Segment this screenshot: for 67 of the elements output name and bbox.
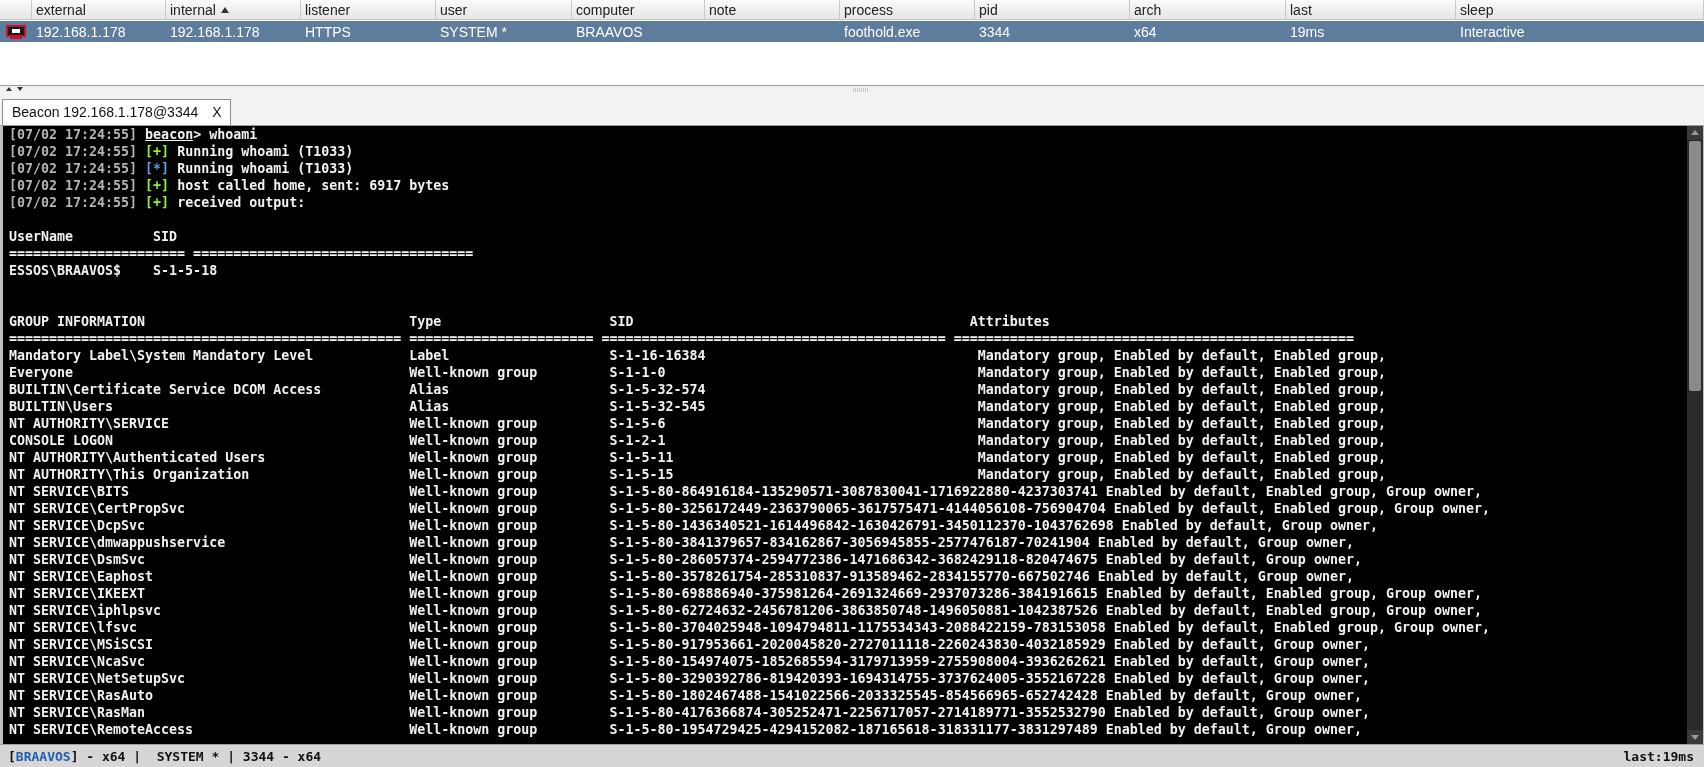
console-line: ESSOS\BRAAVOS$ S-1-5-18 — [9, 261, 219, 279]
console-line: NT SERVICE\RemoteAccess Well-known group S-1-5-80-1954729425-4294152082-187165618-318331177-3831297489 Enabled by default, Group owner, — [9, 720, 1363, 738]
column-header[interactable]: last — [1286, 0, 1456, 19]
console-line: NT SERVICE\NetSetupSvc Well-known group S-1-5-80-3290392786-819420393-1694314755-3737624005-3552167228 Enabled by default, Group owner, — [9, 669, 1371, 687]
status-text: [BRAAVOS] - x64 | SYSTEM * | 3344 - x64 — [8, 748, 322, 764]
console-line: ====================== =================================== — [9, 244, 475, 262]
console-line: NT SERVICE\iphlpsvc Well-known group S-1-5-80-62724632-2456781206-3863850748-1496050881-1042387526 Enabled by default, Enabled group, Group owner, — [9, 601, 1483, 619]
table-cell-text: Interactive — [1459, 22, 1526, 42]
column-header[interactable]: process — [840, 0, 975, 19]
close-button[interactable]: X — [212, 104, 222, 121]
computer-icon — [6, 24, 26, 39]
beacon-row[interactable]: 192.168.1.178 192.168.1.178 HTTPS SYSTEM * BRAAVOS foothold.exe 3344 x64 19ms Interactive — [0, 21, 1704, 42]
column-header[interactable]: internal — [166, 0, 301, 19]
table-cell-text: 19ms — [1289, 22, 1326, 42]
console-line: NT SERVICE\IKEEXT Well-known group S-1-5-80-698886940-375981264-2691324669-2937073286-3841916615 Enabled by default, Enabled group, Group owner, — [9, 584, 1483, 602]
table-cell-text: 192.168.1.178 — [169, 22, 261, 42]
table-cell-text: BRAAVOS — [575, 22, 644, 42]
column-header[interactable]: listener — [301, 0, 436, 19]
console-line: NT SERVICE\NcaSvc Well-known group S-1-5-80-154974075-1852685594-3179713959-2755908004-3936262621 Enabled by default, Group owner, — [9, 652, 1371, 670]
console-line: Mandatory Label\System Mandatory Level Label S-1-16-16384 Mandatory group, Enabled by default, Enabled group, — [9, 346, 1387, 364]
console-line: NT SERVICE\Eaphost Well-known group S-1-5-80-3578261754-285310837-913589462-2834155770-667502746 Enabled by default, Group owner, — [9, 567, 1355, 585]
column-header[interactable]: external — [32, 0, 166, 19]
console-line: NT SERVICE\lfsvc Well-known group S-1-5-80-3704025948-1094794811-1175534343-2088422159-783153058 Enabled by default, Enabled group, Group owner, — [9, 618, 1491, 636]
scrollbar[interactable] — [1687, 125, 1703, 745]
console-tab[interactable]: Beacon 192.168.1.178@3344 X — [2, 98, 231, 125]
console-line: NT SERVICE\RasMan Well-known group S-1-5-80-4176366874-305252471-2256717057-2714189771-3552532790 Enabled by default, Group owner, — [9, 703, 1371, 721]
console-line: NT SERVICE\DsmSvc Well-known group S-1-5-80-286057374-2594772386-1471686342-3682429118-820474675 Enabled by default, Group owner, — [9, 550, 1363, 568]
table-cell-text: HTTPS — [304, 22, 352, 42]
table-cell-text: 192.168.1.178 — [35, 22, 127, 42]
column-header[interactable]: computer — [572, 0, 705, 19]
collapse-arrows-icon[interactable] — [6, 87, 24, 93]
scroll-up-icon[interactable] — [1691, 130, 1699, 136]
table-cell-text: foothold.exe — [843, 22, 922, 42]
console-line: [07/02 17:24:55] beacon> whoami — [9, 125, 259, 143]
last-seen-text: last:19ms — [1623, 748, 1694, 764]
sort-ascending-icon — [220, 6, 229, 13]
console-line: NT SERVICE\CertPropSvc Well-known group S-1-5-80-3256172449-2363790065-3617575471-4144056108-756904704 Enabled by default, Enabled group, Group owner, — [9, 499, 1491, 517]
column-header[interactable]: sleep — [1456, 0, 1704, 19]
console-line: NT SERVICE\dmwappushservice Well-known group S-1-5-80-3841379657-834162867-3056945855-2577476187-70241904 Enabled by default, Group owner, — [9, 533, 1355, 551]
console-line: Everyone Well-known group S-1-1-0 Mandatory group, Enabled by default, Enabled group, — [9, 363, 1387, 381]
console-line: NT AUTHORITY\This Organization Well-known group S-1-5-15 Mandatory group, Enabled by default, Enabled group, — [9, 465, 1387, 483]
console-line: [07/02 17:24:55] [+] host called home, sent: 6917 bytes — [9, 176, 451, 194]
console-line: NT SERVICE\DcpSvc Well-known group S-1-5-80-1436340521-1614496842-1630426791-3450112370-1043762698 Enabled by default, Group owner, — [9, 516, 1379, 534]
console-line: BUILTIN\Users Alias S-1-5-32-545 Mandatory group, Enabled by default, Enabled group, — [9, 397, 1387, 415]
column-header[interactable]: arch — [1130, 0, 1286, 19]
console-line: ================================================= ======================= =========================================== ================================================== — [9, 329, 1355, 347]
console-line: NT SERVICE\RasAuto Well-known group S-1-5-80-1802467488-1541022566-2033325545-854566965-652742428 Enabled by default, Group owner, — [9, 686, 1363, 704]
console-line: BUILTIN\Certificate Service DCOM Access Alias S-1-5-32-574 Mandatory group, Enabled by default, Enabled group, — [9, 380, 1387, 398]
console-line: [07/02 17:24:55] [*] Running whoami (T1033) — [9, 159, 355, 177]
console-line: [07/02 17:24:55] [+] received output: — [9, 193, 307, 211]
column-header[interactable]: user — [436, 0, 572, 19]
console-line: GROUP INFORMATION Type SID Attributes — [9, 312, 1051, 330]
console-line: NT AUTHORITY\SERVICE Well-known group S-1-5-6 Mandatory group, Enabled by default, Enabled group, — [9, 414, 1387, 432]
column-header[interactable]: pid — [975, 0, 1130, 19]
scroll-down-icon[interactable] — [1691, 734, 1699, 740]
console-line: NT SERVICE\BITS Well-known group S-1-5-80-864916184-135290571-3087830041-1716922880-4237303741 Enabled by default, Enabled group, Group owner, — [9, 482, 1483, 500]
console-line: UserName SID — [9, 227, 179, 245]
console-line: NT SERVICE\MSiSCSI Well-known group S-1-5-80-917953661-2020045820-2727011118-2260243830-4032185929 Enabled by default, Group owner, — [9, 635, 1371, 653]
table-cell-text: 3344 — [978, 22, 1012, 42]
scroll-thumb[interactable] — [1689, 140, 1701, 391]
console-line: [07/02 17:24:55] [+] Running whoami (T1033) — [9, 142, 355, 160]
console-line: CONSOLE LOGON Well-known group S-1-2-1 Mandatory group, Enabled by default, Enabled group, — [9, 431, 1387, 449]
grip-icon[interactable] — [853, 87, 869, 92]
column-header[interactable]: note — [705, 0, 840, 19]
console-line: NT AUTHORITY\Authenticated Users Well-known group S-1-5-11 Mandatory group, Enabled by default, Enabled group, — [9, 448, 1387, 466]
table-cell-text: x64 — [1133, 22, 1158, 42]
table-cell-text: SYSTEM * — [439, 22, 508, 42]
